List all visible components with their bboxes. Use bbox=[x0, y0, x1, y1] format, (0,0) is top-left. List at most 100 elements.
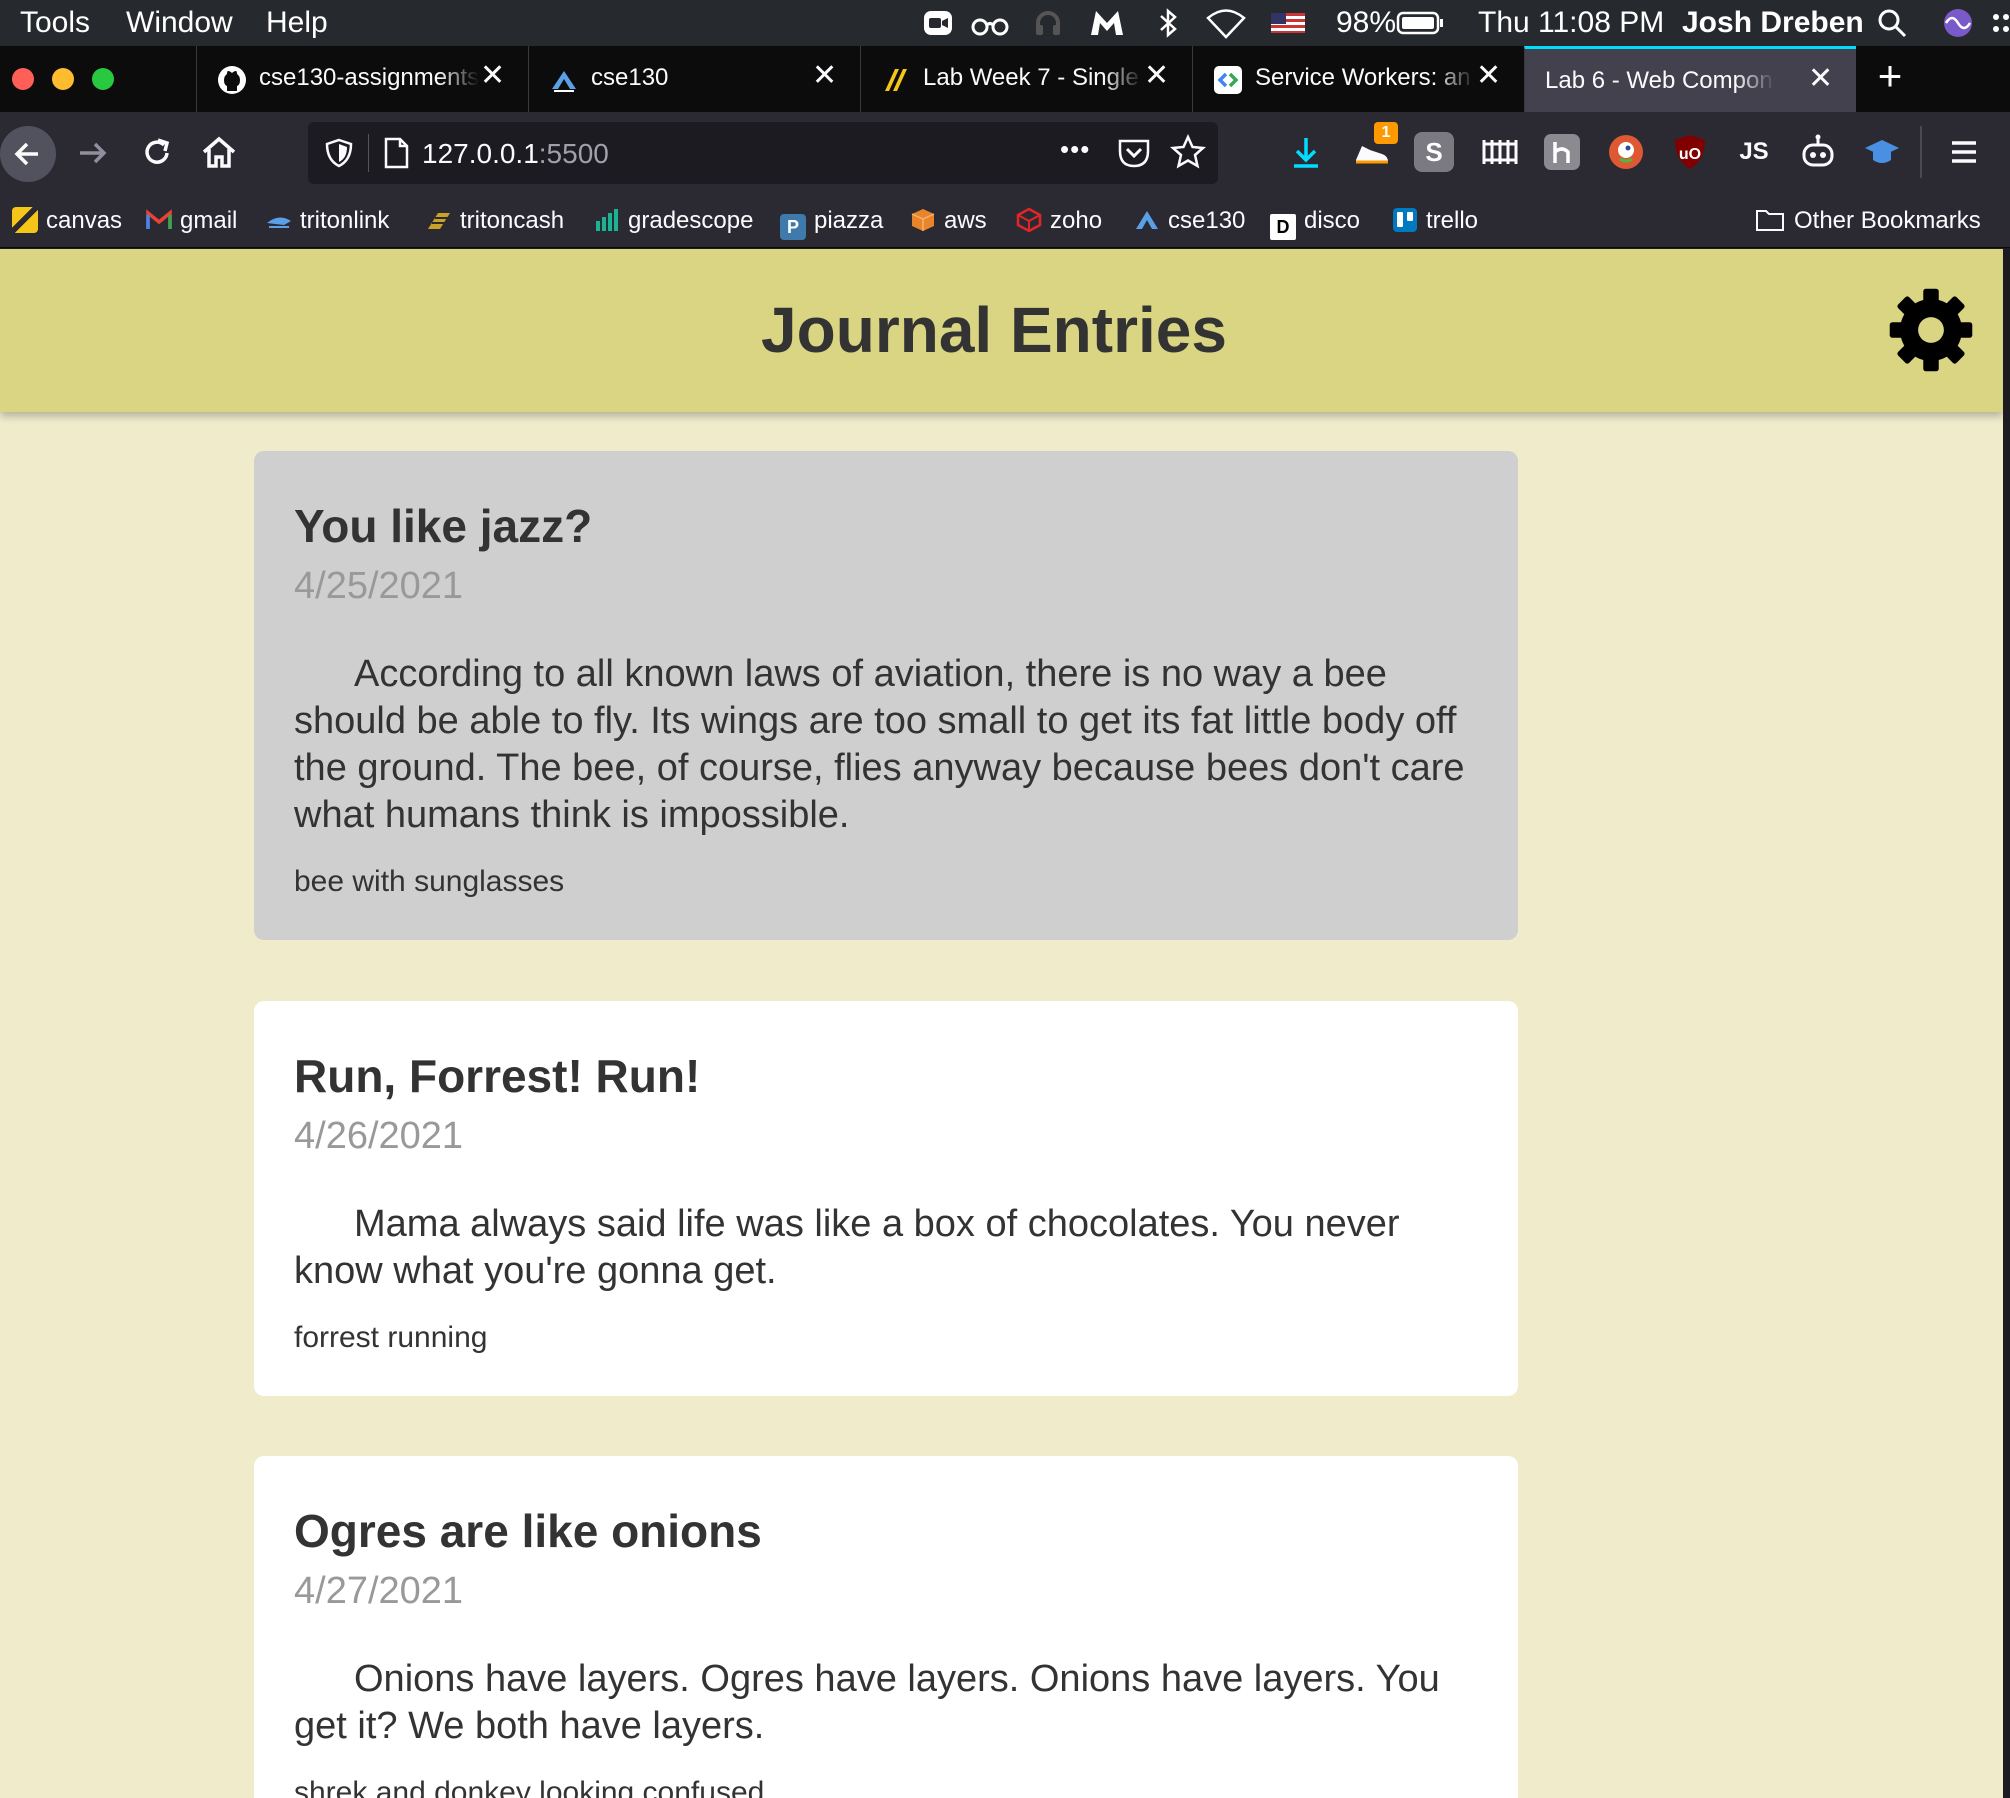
entry-image-alt: shrek and donkey looking confused bbox=[294, 1776, 765, 1798]
bookmark-disco[interactable]: Ddisco bbox=[1270, 202, 1360, 240]
malwarebytes-icon[interactable] bbox=[1088, 7, 1126, 39]
bluetooth-icon[interactable] bbox=[1152, 7, 1184, 39]
tab-service-workers[interactable]: Service Workers: an ✕ bbox=[1192, 46, 1524, 112]
pocket-icon[interactable] bbox=[1116, 136, 1152, 170]
window-minimize-button[interactable] bbox=[52, 68, 74, 90]
page-title: Journal Entries bbox=[761, 294, 1227, 366]
window-close-button[interactable] bbox=[12, 68, 34, 90]
spotlight-search-icon[interactable] bbox=[1876, 7, 1908, 39]
bookmark-piazza[interactable]: Ppiazza bbox=[780, 202, 883, 240]
bookmark-cse130[interactable]: cse130 bbox=[1134, 202, 1245, 240]
bookmark-zoho[interactable]: zoho bbox=[1016, 202, 1102, 240]
bookmark-label: cse130 bbox=[1168, 207, 1246, 234]
new-tab-button[interactable]: + bbox=[1870, 55, 1910, 97]
bookmark-label: zoho bbox=[1050, 207, 1103, 234]
downloads-icon[interactable] bbox=[1286, 132, 1326, 172]
tab-close-icon[interactable]: ✕ bbox=[480, 61, 506, 91]
menu-window[interactable]: Window bbox=[126, 6, 233, 40]
window-edge bbox=[2003, 249, 2010, 1798]
tab-close-icon[interactable]: ✕ bbox=[1144, 61, 1170, 91]
js-extension-icon[interactable]: JS bbox=[1734, 132, 1774, 172]
bookmark-label: tritonlink bbox=[300, 207, 390, 234]
entry-content: Mama always said life was like a box of … bbox=[294, 1203, 1400, 1292]
tab-cse130-assignments[interactable]: cse130-assignments ✕ bbox=[196, 46, 528, 112]
folder-icon bbox=[1756, 210, 1784, 231]
page-actions-menu-icon[interactable]: ••• bbox=[1060, 134, 1090, 165]
trello-icon bbox=[1393, 208, 1417, 232]
bookmark-label: disco bbox=[1304, 207, 1361, 234]
bookmark-label: canvas bbox=[46, 207, 123, 234]
tab-cse130[interactable]: cse130 ✕ bbox=[528, 46, 860, 112]
tracking-protection-shield-icon[interactable] bbox=[322, 136, 356, 170]
tab-title: Lab Week 7 - Single bbox=[923, 64, 1143, 92]
entry-date: 4/25/2021 bbox=[294, 565, 464, 607]
tab-close-icon[interactable]: ✕ bbox=[812, 61, 838, 91]
h-extension-icon[interactable] bbox=[1542, 132, 1582, 172]
entry-image-alt: forrest running bbox=[294, 1321, 488, 1354]
journal-entry[interactable]: You like jazz? 4/25/2021 According to al… bbox=[254, 451, 1518, 940]
home-button[interactable] bbox=[196, 130, 242, 176]
bookmark-label: piazza bbox=[814, 207, 884, 234]
journal-entry[interactable]: Run, Forrest! Run! 4/26/2021 Mama always… bbox=[254, 1001, 1518, 1396]
journal-entry[interactable]: Ogres are like onions 4/27/2021 Onions h… bbox=[254, 1456, 1518, 1798]
s-extension-icon[interactable]: S bbox=[1414, 132, 1454, 172]
us-flag-icon[interactable] bbox=[1270, 7, 1306, 39]
menu-help[interactable]: Help bbox=[266, 6, 328, 40]
bookmark-trello[interactable]: trello bbox=[1392, 202, 1478, 240]
entry-content: Onions have layers. Ogres have layers. O… bbox=[294, 1658, 1440, 1747]
url-text[interactable]: 127.0.0.1:5500 bbox=[422, 138, 609, 170]
glasses-icon[interactable] bbox=[970, 7, 1010, 39]
robot-extension-icon[interactable] bbox=[1798, 132, 1838, 172]
bookmark-other-bookmarks[interactable]: Other Bookmarks bbox=[1754, 202, 1981, 240]
ucsd-icon bbox=[552, 71, 576, 92]
menu-user[interactable]: Josh Dreben bbox=[1682, 6, 1864, 40]
bookmark-aws[interactable]: aws bbox=[910, 202, 987, 240]
forward-button[interactable] bbox=[70, 130, 116, 176]
grid-extension-icon[interactable] bbox=[1478, 132, 1518, 172]
tab-title: cse130 bbox=[591, 64, 811, 92]
control-center-icon[interactable] bbox=[1990, 7, 2010, 39]
academic-cap-extension-icon[interactable] bbox=[1862, 132, 1902, 172]
zoho-icon bbox=[1016, 207, 1042, 233]
page-icon[interactable] bbox=[380, 136, 412, 170]
bookmark-gmail[interactable]: gmail bbox=[146, 202, 237, 240]
reload-button[interactable] bbox=[134, 130, 180, 176]
tab-close-icon[interactable]: ✕ bbox=[1808, 64, 1834, 94]
honey-extension-icon[interactable]: 1 bbox=[1352, 122, 1398, 172]
address-bar[interactable]: 127.0.0.1:5500 ••• bbox=[308, 122, 1218, 184]
settings-gear-icon[interactable] bbox=[1888, 287, 1974, 373]
tab-close-icon[interactable]: ✕ bbox=[1476, 61, 1502, 91]
bookmark-tritoncash[interactable]: tritoncash bbox=[426, 202, 564, 240]
zoom-icon[interactable] bbox=[922, 7, 954, 39]
extension-badge: 1 bbox=[1374, 122, 1398, 144]
bookmarks-toolbar: canvas gmail tritonlink tritoncash grade… bbox=[0, 194, 2010, 248]
battery-icon[interactable] bbox=[1396, 7, 1444, 39]
ucsd-icon bbox=[1136, 211, 1158, 229]
macos-menu-bar: Tools Window Help 98% Thu 11:08 PM Josh … bbox=[0, 0, 2010, 46]
bookmark-label: gradescope bbox=[628, 207, 754, 234]
headphones-icon[interactable] bbox=[1032, 7, 1064, 39]
wifi-icon[interactable] bbox=[1206, 7, 1246, 39]
hamburger-menu-icon[interactable] bbox=[1944, 132, 1984, 172]
menu-clock[interactable]: Thu 11:08 PM bbox=[1478, 6, 1664, 40]
bookmark-canvas[interactable]: canvas bbox=[12, 202, 122, 240]
tab-lab-6-web-components[interactable]: Lab 6 - Web Components ✕ bbox=[1524, 46, 1856, 112]
navigation-toolbar: 127.0.0.1:5500 ••• 1 S uO JS bbox=[0, 112, 2010, 194]
duckduckgo-icon[interactable] bbox=[1606, 132, 1646, 172]
bookmark-label: Other Bookmarks bbox=[1794, 207, 1981, 234]
page-viewport: Journal Entries You like jazz? 4/25/2021… bbox=[0, 249, 2003, 1798]
window-zoom-button[interactable] bbox=[92, 68, 114, 90]
google-dev-icon bbox=[1214, 66, 1242, 94]
bookmark-gradescope[interactable]: gradescope bbox=[594, 202, 753, 240]
entry-title: You like jazz? bbox=[294, 500, 593, 552]
bookmark-tritonlink[interactable]: tritonlink bbox=[266, 202, 389, 240]
siri-icon[interactable] bbox=[1942, 7, 1974, 39]
tab-lab-week-7[interactable]: Lab Week 7 - Single ✕ bbox=[860, 46, 1192, 112]
back-button[interactable] bbox=[0, 126, 56, 182]
ublock-origin-icon[interactable]: uO bbox=[1670, 132, 1710, 172]
canvas-icon bbox=[885, 69, 907, 91]
url-host: 127.0.0.1 bbox=[422, 138, 539, 169]
entry-date: 4/27/2021 bbox=[294, 1570, 464, 1612]
bookmark-star-icon[interactable] bbox=[1170, 134, 1206, 170]
menu-tools[interactable]: Tools bbox=[20, 6, 90, 40]
